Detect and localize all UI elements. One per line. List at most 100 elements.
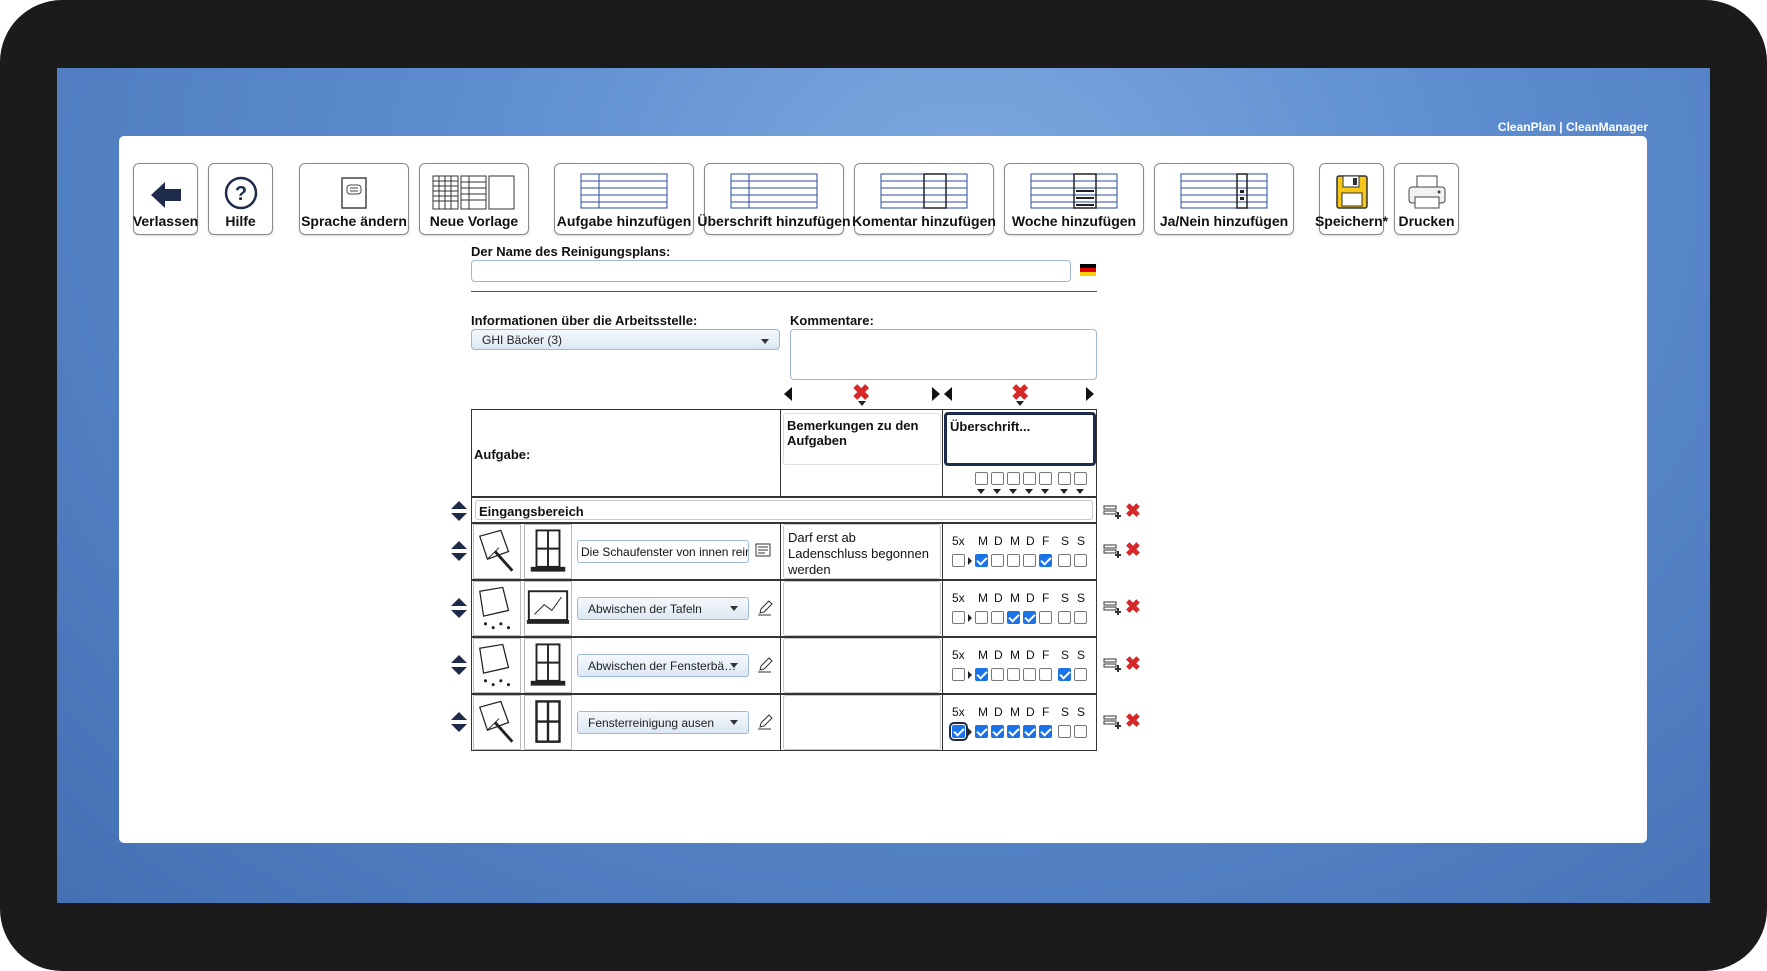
day-checkbox[interactable] — [1007, 611, 1020, 624]
area-image[interactable] — [524, 581, 572, 636]
frequency-checkbox[interactable] — [949, 722, 968, 741]
day-checkbox[interactable] — [991, 554, 1004, 567]
day-checkbox[interactable] — [1039, 611, 1052, 624]
chevron-down-icon[interactable] — [1041, 489, 1049, 494]
day-checkbox[interactable] — [975, 725, 988, 738]
reorder-arrows-icon[interactable] — [450, 597, 468, 619]
reorder-arrows-icon[interactable] — [450, 540, 468, 562]
list-icon[interactable] — [755, 543, 771, 557]
frequency-checkbox[interactable] — [952, 554, 965, 567]
add-week-button[interactable]: Woche hinzufügen — [1004, 163, 1144, 235]
delete-row-icon[interactable]: ✖ — [1125, 597, 1141, 619]
task-image[interactable] — [473, 638, 521, 693]
header-day-checkbox[interactable] — [1023, 472, 1036, 485]
brand-link[interactable]: CleanPlan | CleanManager — [1498, 120, 1648, 134]
workplace-select[interactable]: GHI Bäcker (3) — [471, 329, 780, 350]
day-checkbox[interactable] — [1023, 611, 1036, 624]
day-checkbox[interactable] — [1039, 668, 1052, 681]
chevron-down-icon[interactable] — [1076, 489, 1084, 494]
task-select[interactable]: Abwischen der Tafeln — [577, 597, 749, 620]
pencil-icon[interactable] — [757, 657, 773, 673]
cookies-link[interactable]: Cookies auf dieser Webseite — [57, 765, 1710, 779]
add-comment-button[interactable]: Komentar hinzufügen — [852, 163, 996, 235]
task-remark[interactable] — [783, 581, 941, 636]
reorder-arrows-icon[interactable] — [450, 711, 468, 733]
german-flag-icon[interactable] — [1080, 264, 1096, 276]
task-image[interactable] — [473, 581, 521, 636]
day-checkbox[interactable] — [1058, 554, 1071, 567]
move-column-left-icon[interactable] — [783, 386, 793, 402]
area-image[interactable] — [524, 638, 572, 693]
task-name-input[interactable]: Die Schaufenster von innen reinig — [577, 540, 749, 563]
day-checkbox[interactable] — [1023, 554, 1036, 567]
day-checkbox[interactable] — [1074, 725, 1087, 738]
day-checkbox[interactable] — [1007, 668, 1020, 681]
reorder-arrows-icon[interactable] — [450, 654, 468, 676]
header-day-checkbox[interactable] — [975, 472, 988, 485]
day-checkbox[interactable] — [975, 611, 988, 624]
day-checkbox[interactable] — [1007, 554, 1020, 567]
day-checkbox[interactable] — [991, 611, 1004, 624]
insert-row-icon[interactable] — [1103, 504, 1123, 520]
new-template-button[interactable]: Neue Vorlage — [419, 163, 529, 235]
section-input[interactable]: Eingangsbereich — [475, 500, 1093, 520]
add-task-button[interactable]: Aufgabe hinzufügen — [554, 163, 694, 235]
pencil-icon[interactable] — [757, 600, 773, 616]
delete-row-icon[interactable]: ✖ — [1125, 501, 1141, 523]
frequency-checkbox[interactable] — [952, 611, 965, 624]
day-checkbox[interactable] — [1058, 725, 1071, 738]
chevron-down-icon[interactable] — [1025, 489, 1033, 494]
help-button[interactable]: ? Hilfe — [208, 163, 273, 235]
header-day-checkbox[interactable] — [1058, 472, 1071, 485]
save-button[interactable]: Speichern* — [1315, 163, 1388, 235]
header-day-checkbox[interactable] — [1007, 472, 1020, 485]
insert-row-icon[interactable] — [1103, 714, 1123, 730]
day-checkbox[interactable] — [975, 554, 988, 567]
custom-column-header-input[interactable]: Überschrift... — [944, 412, 1096, 466]
task-select[interactable]: Fensterreinigung ausen — [577, 711, 749, 734]
header-day-checkbox[interactable] — [991, 472, 1004, 485]
leave-button[interactable]: Verlassen — [133, 163, 198, 235]
chevron-down-icon[interactable] — [1060, 489, 1068, 494]
insert-row-icon[interactable] — [1103, 543, 1123, 559]
pencil-icon[interactable] — [757, 714, 773, 730]
add-yesno-button[interactable]: Ja/Nein hinzufügen — [1154, 163, 1294, 235]
day-checkbox[interactable] — [1074, 611, 1087, 624]
delete-row-icon[interactable]: ✖ — [1125, 654, 1141, 676]
comments-textarea[interactable] — [790, 329, 1097, 380]
language-button[interactable]: Sprache ändern — [299, 163, 409, 235]
day-checkbox[interactable] — [1007, 725, 1020, 738]
delete-row-icon[interactable]: ✖ — [1125, 711, 1141, 733]
add-heading-button[interactable]: Überschrift hinzufügen — [697, 163, 851, 235]
chevron-down-icon[interactable] — [993, 489, 1001, 494]
frequency-checkbox[interactable] — [952, 668, 965, 681]
chevron-down-icon[interactable] — [1009, 489, 1017, 494]
day-checkbox[interactable] — [1058, 668, 1071, 681]
day-checkbox[interactable] — [1039, 554, 1052, 567]
day-checkbox[interactable] — [1023, 725, 1036, 738]
move-column-left-icon[interactable] — [943, 386, 953, 402]
day-checkbox[interactable] — [991, 668, 1004, 681]
area-image[interactable] — [524, 524, 572, 579]
header-day-checkbox[interactable] — [1039, 472, 1052, 485]
area-image[interactable] — [524, 695, 572, 750]
delete-row-icon[interactable]: ✖ — [1125, 540, 1141, 562]
day-checkbox[interactable] — [1023, 668, 1036, 681]
day-checkbox[interactable] — [1074, 554, 1087, 567]
header-day-checkbox[interactable] — [1074, 472, 1087, 485]
day-checkbox[interactable] — [975, 668, 988, 681]
task-select[interactable]: Abwischen der Fensterbä… — [577, 654, 749, 677]
task-image[interactable] — [473, 695, 521, 750]
day-checkbox[interactable] — [1058, 611, 1071, 624]
task-remark[interactable] — [783, 695, 941, 750]
task-image[interactable] — [473, 524, 521, 579]
chevron-down-icon[interactable] — [977, 489, 985, 494]
task-remark[interactable] — [783, 638, 941, 693]
task-remark[interactable]: Darf erst ab Ladenschluss begonnen werde… — [783, 524, 941, 579]
insert-row-icon[interactable] — [1103, 600, 1123, 616]
move-column-right-icon[interactable] — [1085, 386, 1095, 402]
print-button[interactable]: Drucken — [1394, 163, 1459, 235]
day-checkbox[interactable] — [1039, 725, 1052, 738]
remarks-header-box[interactable]: Bemerkungen zu den Aufgaben — [783, 413, 941, 465]
move-column-right-icon[interactable] — [931, 386, 941, 402]
